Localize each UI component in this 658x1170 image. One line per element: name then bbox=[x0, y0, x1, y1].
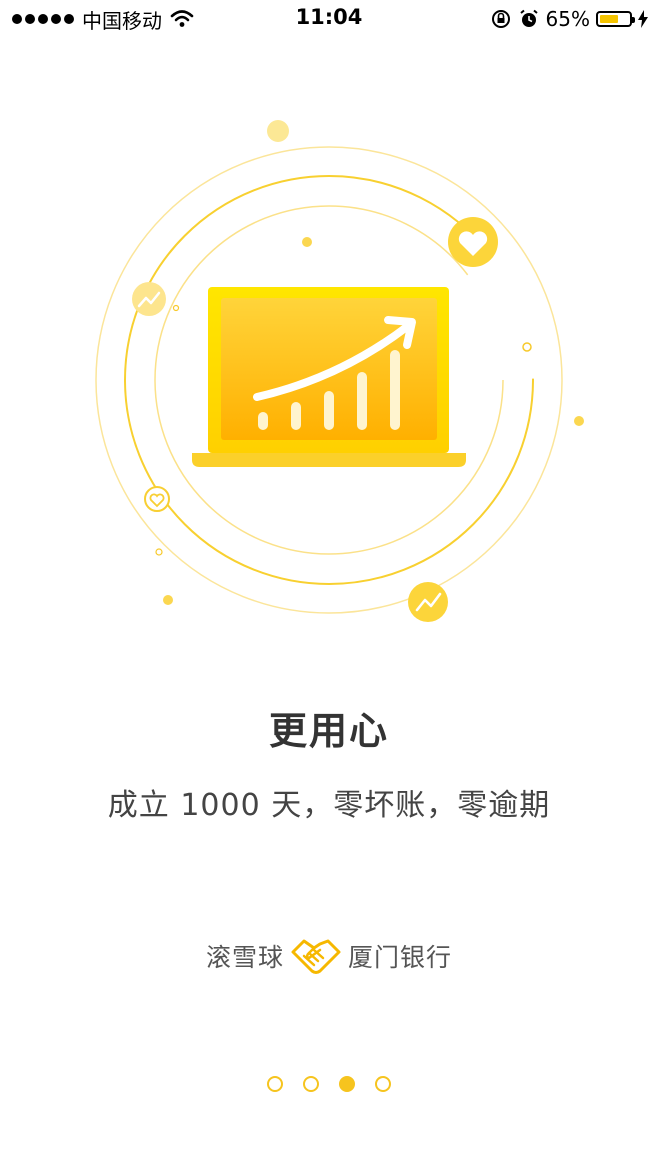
page-dot-active[interactable] bbox=[339, 1076, 355, 1092]
heart-badge-icon bbox=[144, 486, 170, 512]
trend-badge-icon bbox=[408, 582, 448, 622]
trend-badge-icon bbox=[132, 282, 166, 316]
page-dot[interactable] bbox=[267, 1076, 283, 1092]
status-right: 65% bbox=[490, 6, 648, 32]
rotation-lock-icon bbox=[491, 10, 510, 28]
battery-percent: 65% bbox=[545, 7, 590, 31]
charging-bolt-icon bbox=[638, 10, 648, 28]
partner-right-name: 厦门银行 bbox=[348, 943, 453, 972]
heart-badge-icon bbox=[448, 217, 498, 267]
page-subtitle: 成立 1000 天，零坏账，零逾期 bbox=[107, 788, 551, 823]
handshake-icon bbox=[291, 939, 341, 974]
onboarding-illustration bbox=[95, 120, 584, 622]
partner-brand: 滚雪球 厦门银行 bbox=[0, 936, 658, 976]
page-title: 更用心 bbox=[268, 709, 389, 753]
partner-left-name: 滚雪球 bbox=[205, 943, 284, 972]
battery-icon bbox=[596, 11, 635, 27]
page-dot[interactable] bbox=[375, 1076, 391, 1092]
page-indicator[interactable] bbox=[0, 1076, 658, 1092]
laptop-growth-chart-icon bbox=[192, 287, 466, 467]
status-bar: 中国移动 11:04 65% bbox=[0, 0, 658, 38]
page-dot[interactable] bbox=[303, 1076, 319, 1092]
alarm-icon bbox=[519, 9, 538, 27]
